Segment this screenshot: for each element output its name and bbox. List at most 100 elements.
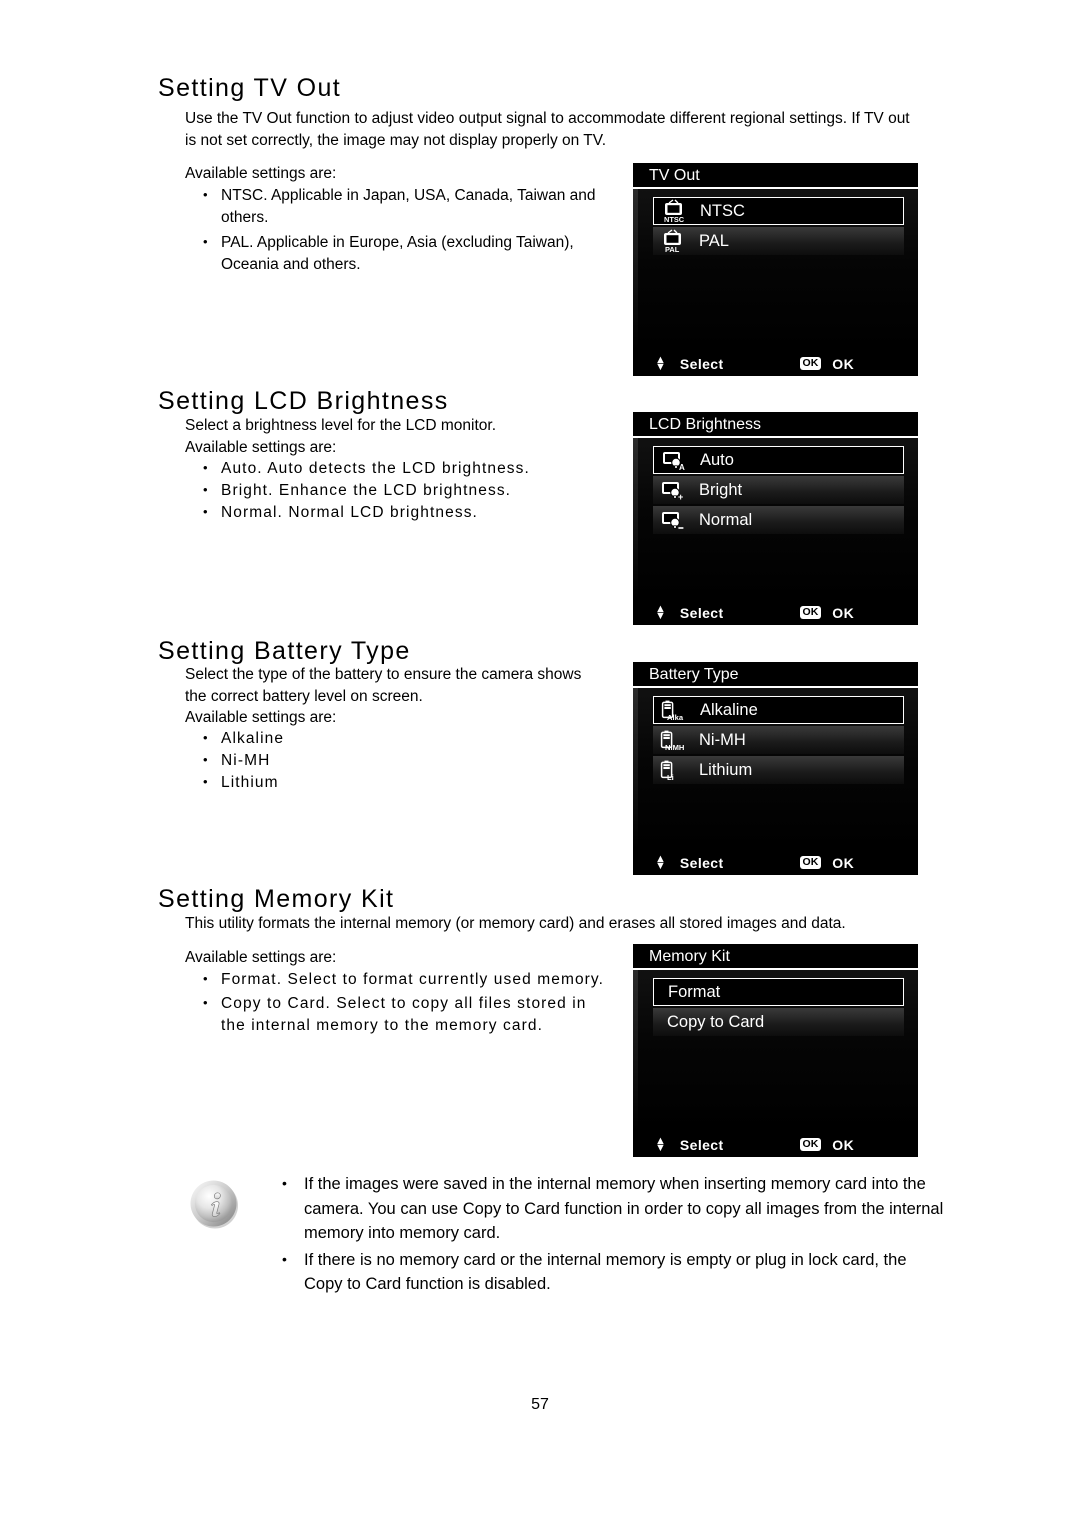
- ok-badge-icon: OK: [799, 357, 822, 370]
- bullet-list-tv-out: NTSC. Applicable in Japan, USA, Canada, …: [185, 184, 615, 276]
- note-box: If the images were saved in the internal…: [186, 1171, 948, 1299]
- camera-menu-item-label: Copy to Card: [667, 1012, 765, 1031]
- available-label-battery-type: Available settings are:: [185, 709, 337, 726]
- svg-text:Alka: Alka: [667, 713, 684, 722]
- camera-menu-memory-kit: Memory Kit Format Copy to Card ▲ ▼ Select…: [633, 944, 918, 1157]
- footer-select-label: Select: [679, 1136, 724, 1153]
- footer-ok-label: OK: [832, 355, 855, 372]
- camera-menu-title: TV Out: [633, 163, 918, 189]
- list-item: If the images were saved in the internal…: [268, 1171, 948, 1246]
- up-down-arrow-icon: ▲ ▼: [655, 353, 666, 373]
- battery-lithium-icon: Li: [655, 757, 693, 783]
- section-intro-battery-type: Select the type of the battery to ensure…: [185, 666, 582, 705]
- bullet-list-lcd-brightness: Auto. Auto detects the LCD brightness. B…: [185, 457, 615, 524]
- up-down-arrow-icon: ▲ ▼: [655, 602, 666, 622]
- footer-ok-label: OK: [832, 854, 855, 871]
- list-item: Copy to Card. Select to copy all files s…: [185, 992, 615, 1037]
- camera-menu-footer: ▲ ▼ Select OK OK: [633, 599, 918, 625]
- bullet-list-battery-type: Alkaline Ni-MH Lithium: [185, 727, 615, 794]
- ok-badge-icon: OK: [799, 606, 822, 619]
- available-label-tv-out: Available settings are:: [185, 165, 337, 182]
- list-item: Alkaline: [185, 727, 615, 750]
- camera-menu-item-ntsc[interactable]: NTSC NTSC: [653, 197, 904, 225]
- list-item: Bright. Enhance the LCD brightness.: [185, 479, 615, 502]
- camera-menu-item-format[interactable]: Format: [653, 978, 904, 1006]
- svg-text:NTSC: NTSC: [664, 215, 685, 223]
- camera-menu-title: Battery Type: [633, 662, 918, 688]
- list-item: NTSC. Applicable in Japan, USA, Canada, …: [185, 184, 615, 229]
- camera-menu-item-normal[interactable]: Normal: [653, 506, 904, 534]
- footer-select-label: Select: [679, 604, 724, 621]
- camera-menu-item-label: Lithium: [699, 760, 753, 779]
- camera-menu-items: A Auto + Bright Normal: [633, 438, 918, 599]
- camera-menu-item-label: NTSC: [700, 201, 745, 220]
- camera-menu-tv-out: TV Out NTSC NTSC PAL PAL ▲ ▼ Select OK O…: [633, 163, 918, 376]
- camera-menu-item-label: Auto: [700, 450, 734, 469]
- svg-text:+: +: [678, 492, 683, 502]
- camera-menu-items: NTSC NTSC PAL PAL: [633, 189, 918, 350]
- camera-menu-title: Memory Kit: [633, 944, 918, 970]
- camera-menu-items: Alka Alkaline NiMH Ni-MH Li Lithium: [633, 688, 918, 849]
- section-intro-memory-kit: This utility formats the internal memory…: [185, 915, 846, 932]
- up-down-arrow-icon: ▲ ▼: [655, 1134, 666, 1154]
- svg-text:NiMH: NiMH: [665, 743, 684, 752]
- camera-menu-battery-type: Battery Type Alka Alkaline NiMH Ni-MH Li…: [633, 662, 918, 875]
- available-label-memory-kit: Available settings are:: [185, 949, 337, 966]
- camera-menu-item-label: Alkaline: [700, 700, 758, 719]
- camera-menu-lcd-brightness: LCD Brightness A Auto + Bright Normal ▲ …: [633, 412, 918, 625]
- svg-text:PAL: PAL: [665, 245, 680, 253]
- section-intro-tv-out: Use the TV Out function to adjust video …: [185, 110, 910, 149]
- footer-ok-label: OK: [832, 1136, 855, 1153]
- camera-menu-footer: ▲ ▼ Select OK OK: [633, 1131, 918, 1157]
- info-icon: [186, 1176, 242, 1232]
- list-item: Format. Select to format currently used …: [185, 968, 615, 991]
- page-number: 57: [531, 1396, 549, 1413]
- camera-menu-footer: ▲ ▼ Select OK OK: [633, 350, 918, 376]
- camera-menu-item-label: Format: [668, 982, 721, 1001]
- svg-text:Li: Li: [667, 773, 674, 782]
- ok-badge-icon: OK: [799, 856, 822, 869]
- list-item: If there is no memory card or the intern…: [268, 1247, 948, 1297]
- section-heading-memory-kit: Setting Memory Kit: [158, 885, 395, 913]
- battery-nimh-icon: NiMH: [655, 727, 693, 753]
- camera-menu-item-nimh[interactable]: NiMH Ni-MH: [653, 726, 904, 754]
- footer-ok-label: OK: [832, 604, 855, 621]
- camera-menu-item-pal[interactable]: PAL PAL: [653, 227, 904, 255]
- section-intro-lcd-brightness: Select a brightness level for the LCD mo…: [185, 417, 497, 434]
- camera-menu-items: Format Copy to Card: [633, 970, 918, 1131]
- lcd-normal-icon: [655, 507, 693, 533]
- camera-menu-item-label: Ni-MH: [699, 730, 746, 749]
- tv-ntsc-icon: NTSC: [656, 198, 694, 224]
- camera-menu-item-copy-to-card[interactable]: Copy to Card: [653, 1008, 904, 1036]
- camera-menu-title: LCD Brightness: [633, 412, 918, 438]
- list-item: Auto. Auto detects the LCD brightness.: [185, 457, 615, 480]
- camera-menu-item-alkaline[interactable]: Alka Alkaline: [653, 696, 904, 724]
- manual-page: Setting TV Out Use the TV Out function t…: [0, 0, 1080, 1527]
- list-item: PAL. Applicable in Europe, Asia (excludi…: [185, 231, 615, 276]
- list-item: Lithium: [185, 771, 615, 794]
- note-bullet-list: If the images were saved in the internal…: [268, 1171, 948, 1299]
- footer-select-label: Select: [679, 854, 724, 871]
- lcd-bright-icon: +: [655, 477, 693, 503]
- up-down-arrow-icon: ▲ ▼: [655, 852, 666, 872]
- camera-menu-item-label: PAL: [699, 231, 729, 250]
- list-item: Normal. Normal LCD brightness.: [185, 501, 615, 524]
- camera-menu-item-auto[interactable]: A Auto: [653, 446, 904, 474]
- battery-alkaline-icon: Alka: [656, 697, 694, 723]
- camera-menu-item-lithium[interactable]: Li Lithium: [653, 756, 904, 784]
- camera-menu-item-bright[interactable]: + Bright: [653, 476, 904, 504]
- tv-pal-icon: PAL: [655, 228, 693, 254]
- camera-menu-item-label: Bright: [699, 480, 743, 499]
- section-heading-tv-out: Setting TV Out: [158, 74, 342, 102]
- section-heading-lcd-brightness: Setting LCD Brightness: [158, 387, 449, 415]
- footer-select-label: Select: [679, 355, 724, 372]
- camera-menu-item-label: Normal: [699, 510, 753, 529]
- lcd-auto-icon: A: [656, 447, 694, 473]
- ok-badge-icon: OK: [799, 1138, 822, 1151]
- available-label-lcd-brightness: Available settings are:: [185, 439, 337, 456]
- bullet-list-memory-kit: Format. Select to format currently used …: [185, 968, 615, 1037]
- section-heading-battery-type: Setting Battery Type: [158, 637, 411, 665]
- camera-menu-footer: ▲ ▼ Select OK OK: [633, 849, 918, 875]
- list-item: Ni-MH: [185, 749, 615, 772]
- svg-text:A: A: [679, 463, 685, 472]
